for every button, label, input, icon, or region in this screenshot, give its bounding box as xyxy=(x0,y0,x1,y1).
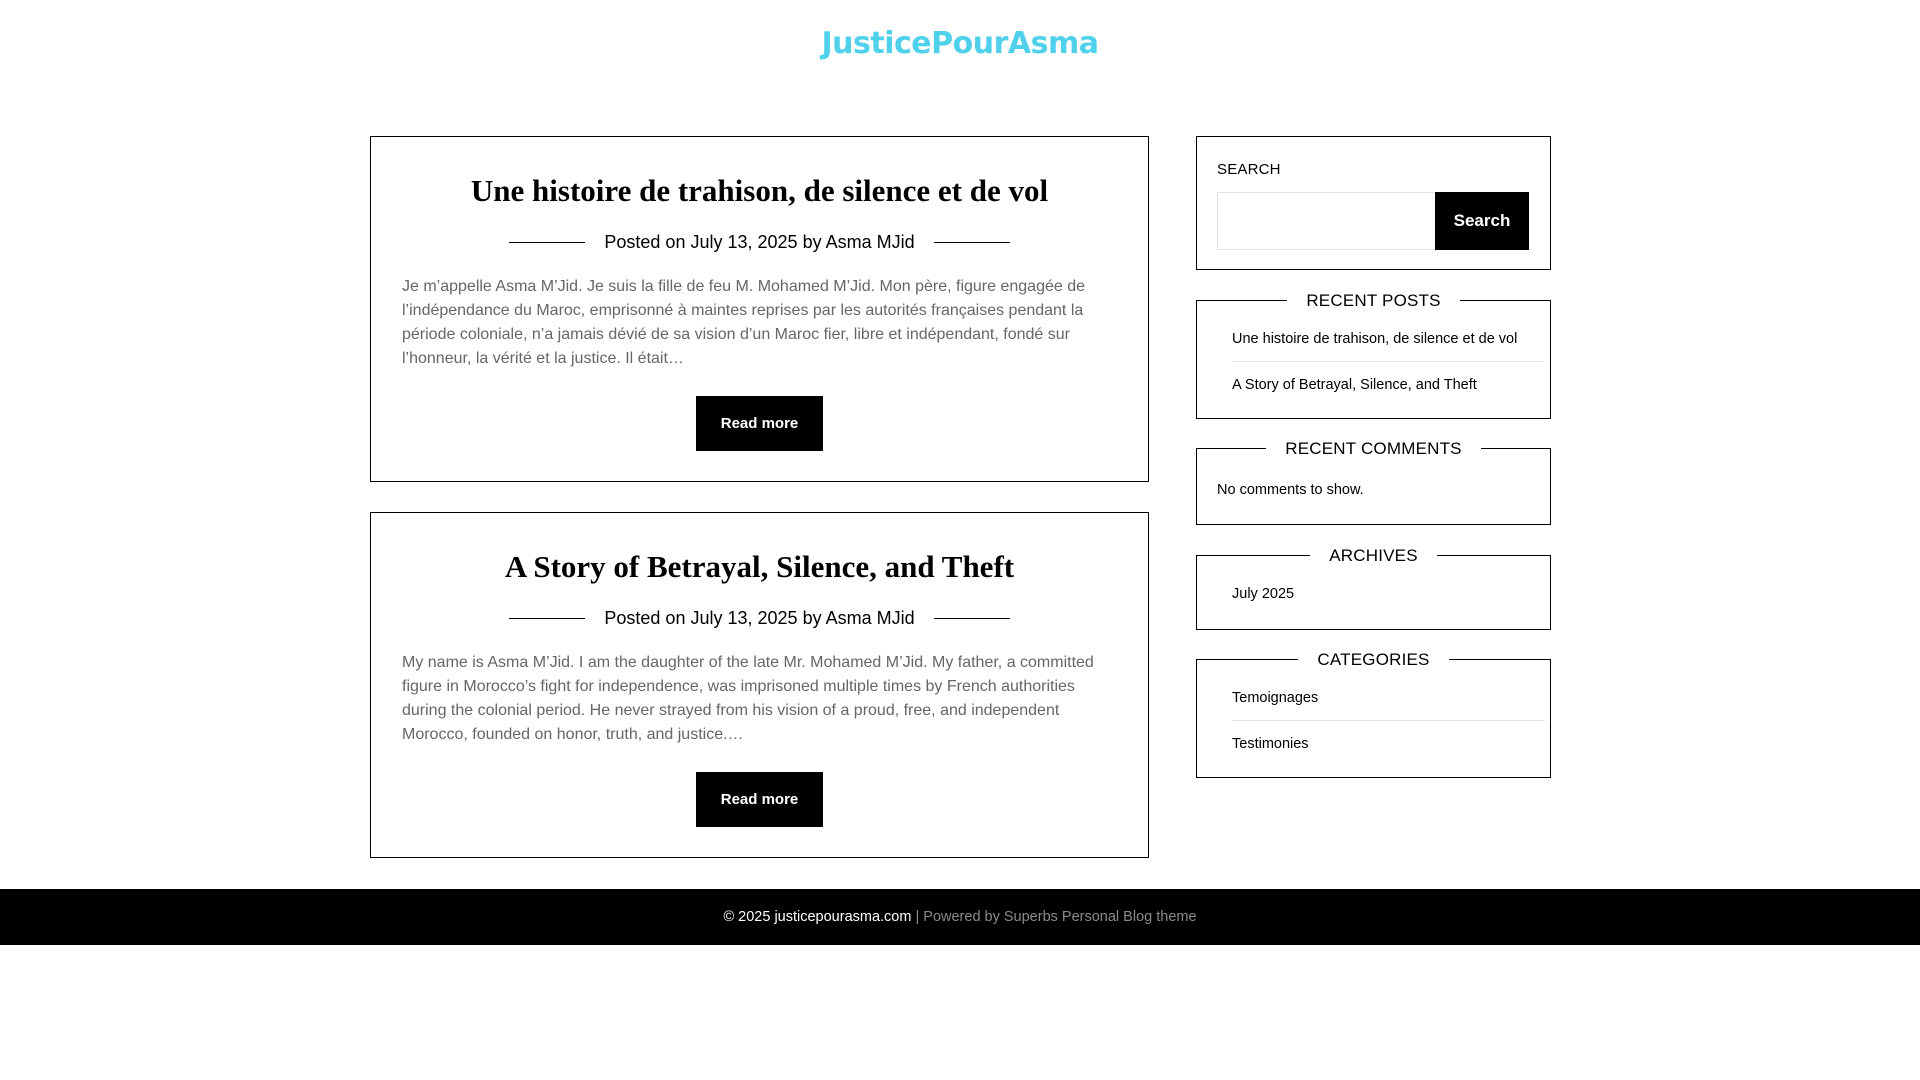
post-title-link[interactable]: A Story of Betrayal, Silence, and Theft xyxy=(371,549,1148,585)
widget-title: RECENT POSTS xyxy=(1197,290,1550,312)
widget-title: CATEGORIES xyxy=(1197,649,1550,671)
archive-link[interactable]: July 2025 xyxy=(1232,571,1545,617)
by-label: by xyxy=(802,608,822,628)
recent-comments-widget: RECENT COMMENTS No comments to show. xyxy=(1196,438,1551,525)
recent-posts-heading: RECENT POSTS xyxy=(1287,290,1460,312)
site-footer: © 2025 justicepourasma.com | Powered by … xyxy=(0,889,1920,945)
post-meta-text: Posted on July 13, 2025 by Asma MJid xyxy=(604,231,914,253)
meta-divider-left xyxy=(509,617,586,619)
categories-widget: CATEGORIES Temoignages Testimonies xyxy=(1196,649,1551,778)
site-title-link[interactable]: JusticePourAsma xyxy=(0,26,1920,62)
meta-divider-right xyxy=(933,241,1010,243)
recent-post-link[interactable]: Une histoire de trahison, de silence et … xyxy=(1232,316,1545,362)
archives-heading: ARCHIVES xyxy=(1310,545,1437,567)
footer-powered-by-link[interactable]: Powered by Superbs Personal Blog theme xyxy=(923,909,1196,925)
no-comments-text: No comments to show. xyxy=(1217,482,1364,498)
post-title-link[interactable]: Une histoire de trahison, de silence et … xyxy=(371,173,1148,209)
recent-posts-widget: RECENT POSTS Une histoire de trahison, d… xyxy=(1196,290,1551,419)
meta-divider-right xyxy=(933,617,1010,619)
widget-title: ARCHIVES xyxy=(1197,545,1550,567)
search-widget: SEARCH Search xyxy=(1196,136,1551,270)
post-meta: Posted on July 13, 2025 by Asma MJid xyxy=(371,607,1148,629)
footer-separator: | xyxy=(911,909,924,925)
archives-list: July 2025 xyxy=(1232,571,1545,617)
search-button[interactable]: Search xyxy=(1435,192,1529,250)
categories-heading: CATEGORIES xyxy=(1298,649,1449,671)
post-meta-text: Posted on July 13, 2025 by Asma MJid xyxy=(604,607,914,629)
posted-on-label: Posted on xyxy=(604,232,686,252)
widget-title: RECENT COMMENTS xyxy=(1197,438,1550,460)
post-date-link[interactable]: July 13, 2025 xyxy=(690,608,797,628)
post-excerpt: My name is Asma M’Jid. I am the daughter… xyxy=(402,654,1094,743)
read-more-button[interactable]: Read more xyxy=(696,772,823,827)
recent-posts-list: Une histoire de trahison, de silence et … xyxy=(1232,316,1545,408)
post-author-link[interactable]: Asma MJid xyxy=(826,608,915,628)
category-link[interactable]: Testimonies xyxy=(1232,721,1545,767)
footer-copyright-link[interactable]: © 2025 justicepourasma.com xyxy=(723,909,911,925)
search-label: SEARCH xyxy=(1217,161,1281,178)
search-input[interactable] xyxy=(1217,192,1437,250)
post-excerpt: Je m’appelle Asma M’Jid. Je suis la fill… xyxy=(402,278,1086,367)
read-more-button[interactable]: Read more xyxy=(696,396,823,451)
post-meta: Posted on July 13, 2025 by Asma MJid xyxy=(371,231,1148,253)
posted-on-label: Posted on xyxy=(604,608,686,628)
categories-list: Temoignages Testimonies xyxy=(1232,675,1545,767)
post-author-link[interactable]: Asma MJid xyxy=(826,232,915,252)
site-header: JusticePourAsma xyxy=(0,0,1920,90)
post-card: A Story of Betrayal, Silence, and Theft … xyxy=(370,512,1149,858)
by-label: by xyxy=(802,232,822,252)
meta-divider-left xyxy=(509,241,586,243)
recent-post-link[interactable]: A Story of Betrayal, Silence, and Theft xyxy=(1232,362,1545,408)
category-link[interactable]: Temoignages xyxy=(1232,675,1545,721)
archives-widget: ARCHIVES July 2025 xyxy=(1196,545,1551,630)
post-card: Une histoire de trahison, de silence et … xyxy=(370,136,1149,482)
post-date-link[interactable]: July 13, 2025 xyxy=(690,232,797,252)
recent-comments-heading: RECENT COMMENTS xyxy=(1266,438,1481,460)
